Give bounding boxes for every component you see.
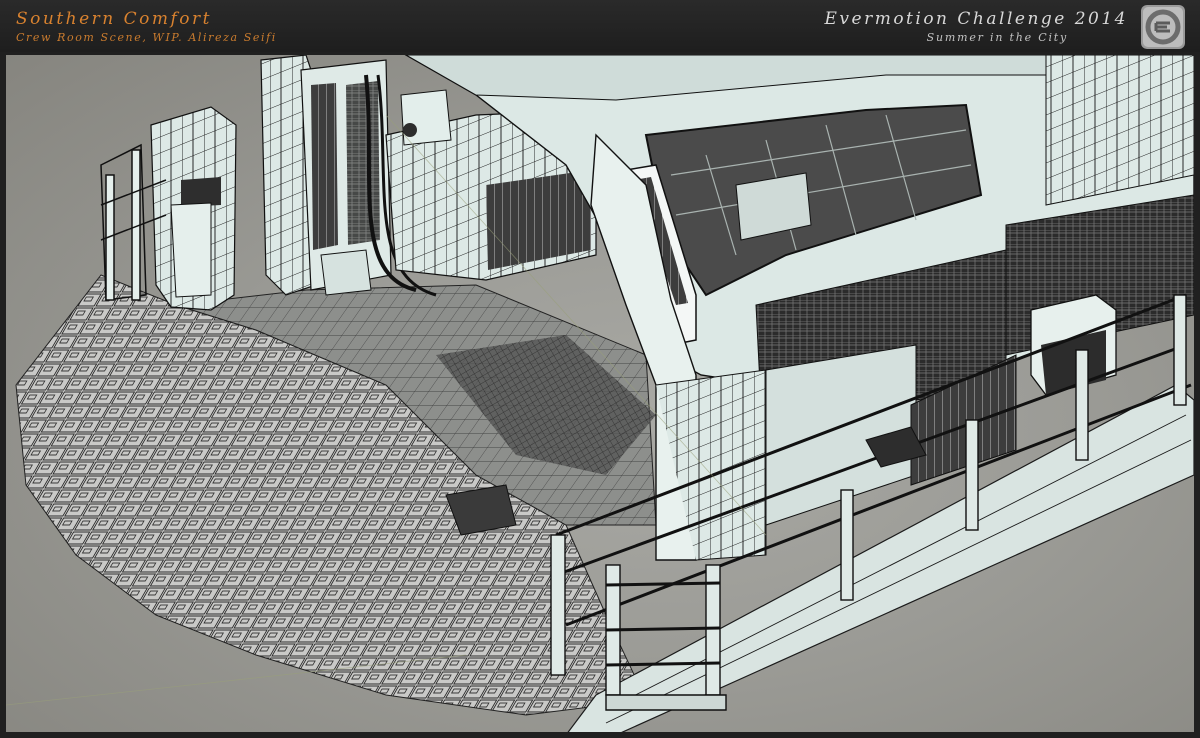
scene-subtitle: Crew Room Scene, WIP. Alireza Seifi bbox=[16, 31, 277, 44]
left-column bbox=[150, 106, 237, 311]
image-frame: Southern Comfort Crew Room Scene, WIP. A… bbox=[0, 0, 1200, 738]
wireframe-render bbox=[6, 55, 1194, 732]
evermotion-e-logo-icon bbox=[1141, 5, 1185, 49]
challenge-title: Evermotion Challenge 2014 bbox=[824, 9, 1128, 29]
render-viewport bbox=[6, 55, 1194, 732]
scene-title: Southern Comfort bbox=[16, 9, 212, 29]
challenge-subtitle: Summer in the City bbox=[926, 31, 1068, 44]
title-bar: Southern Comfort Crew Room Scene, WIP. A… bbox=[0, 0, 1200, 52]
